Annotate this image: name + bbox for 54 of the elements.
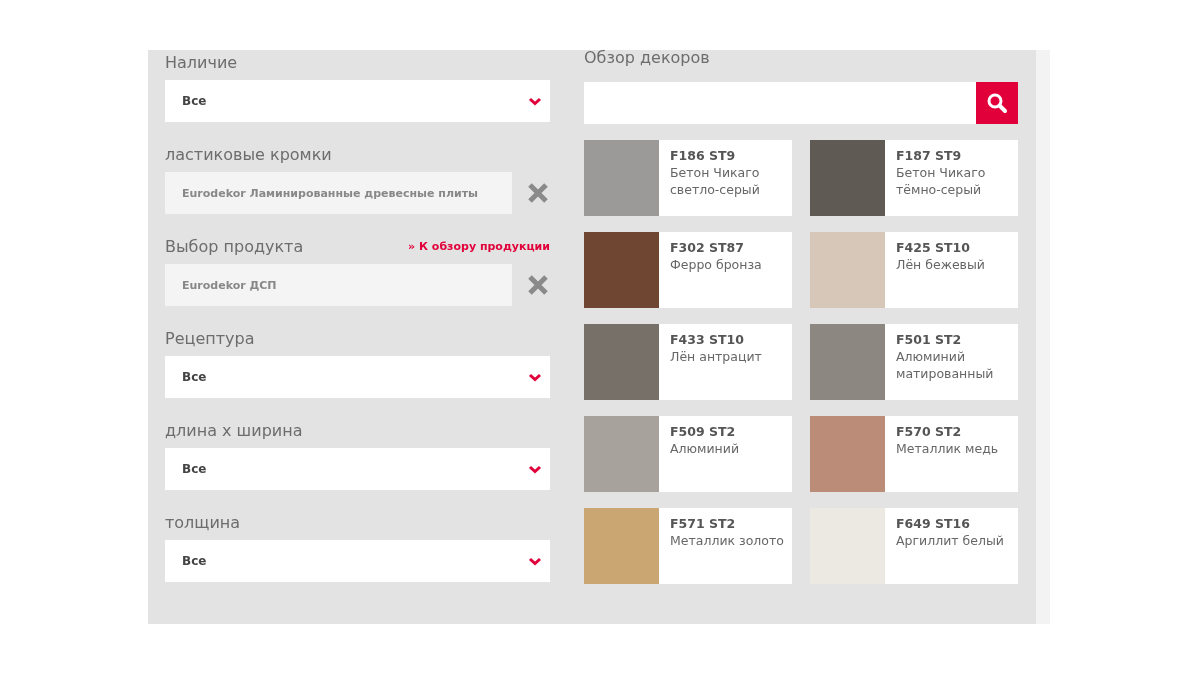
decor-card[interactable]: F302 ST87 Ферро бронза: [584, 232, 792, 308]
decor-name: Ферро бронза: [670, 256, 762, 273]
filter-dropdown[interactable]: Все: [165, 356, 550, 398]
decor-card[interactable]: F509 ST2 Алюминий: [584, 416, 792, 492]
decor-card[interactable]: F570 ST2 Металлик медь: [810, 416, 1018, 492]
decor-name: Металлик золото: [670, 532, 784, 549]
search-icon: [986, 92, 1008, 114]
decor-name: Бетон Чикаго светло-серый: [670, 164, 761, 198]
filter-label: Рецептура: [165, 328, 255, 348]
filter-label: ластиковые кромки: [165, 144, 332, 164]
selected-filter-value: Eurodekor Ламинированные древесные плиты: [165, 172, 512, 214]
filter-dropdown[interactable]: Все: [165, 540, 550, 582]
decor-code: F571 ST2: [670, 515, 737, 532]
decor-code: F509 ST2: [670, 423, 737, 440]
decor-name: Алюминий: [670, 440, 740, 457]
decor-code: F425 ST10: [896, 239, 971, 256]
remove-button[interactable]: [526, 273, 550, 297]
decor-name: Бетон Чикаго тёмно-серый: [896, 164, 987, 198]
decor-name: Лён бежевый: [896, 256, 985, 273]
decor-name: Алюминий матированный: [896, 348, 995, 382]
filter-label: длина х ширина: [165, 420, 303, 440]
decor-name: Металлик медь: [896, 440, 999, 457]
decor-card[interactable]: F425 ST10 Лён бежевый: [810, 232, 1018, 308]
decor-card[interactable]: F501 ST2 Алюминий матированный: [810, 324, 1018, 400]
decor-code: F302 ST87: [670, 239, 745, 256]
filter-dropdown[interactable]: Все: [165, 448, 550, 490]
decor-card[interactable]: F571 ST2 Металлик золото: [584, 508, 792, 584]
decor-card[interactable]: F649 ST16 Аргиллит белый: [810, 508, 1018, 584]
decor-card[interactable]: F187 ST9 Бетон Чикаго тёмно-серый: [810, 140, 1018, 216]
decor-code: F433 ST10: [670, 331, 745, 348]
chevron-down-icon: [528, 556, 542, 566]
chevron-down-icon: [528, 372, 542, 382]
chevron-down-icon: [528, 464, 542, 474]
product-overview-link[interactable]: » К обзору продукции: [408, 239, 550, 253]
decor-code: F570 ST2: [896, 423, 963, 440]
decor-card[interactable]: F433 ST10 Лён антрацит: [584, 324, 792, 400]
decor-name: Аргиллит белый: [896, 532, 1004, 549]
decor-code: F186 ST9: [670, 147, 737, 164]
search-button[interactable]: [976, 82, 1018, 124]
decor-name: Лён антрацит: [670, 348, 762, 365]
section-title: Обзор декоров: [584, 48, 711, 68]
filter-dropdown[interactable]: Все: [165, 80, 550, 122]
close-icon: [526, 273, 550, 297]
decor-card[interactable]: F186 ST9 Бетон Чикаго светло-серый: [584, 140, 792, 216]
filter-label: Наличие: [165, 52, 238, 72]
filter-label: Выбор продукта: [165, 236, 304, 256]
selected-filter-value: Eurodekor ДСП: [165, 264, 512, 306]
remove-button[interactable]: [526, 181, 550, 205]
chevron-down-icon: [528, 96, 542, 106]
decor-code: F649 ST16: [896, 515, 971, 532]
decor-code: F187 ST9: [896, 147, 963, 164]
close-icon: [526, 181, 550, 205]
decor-code: F501 ST2: [896, 331, 963, 348]
filter-label: толщина: [165, 512, 241, 532]
